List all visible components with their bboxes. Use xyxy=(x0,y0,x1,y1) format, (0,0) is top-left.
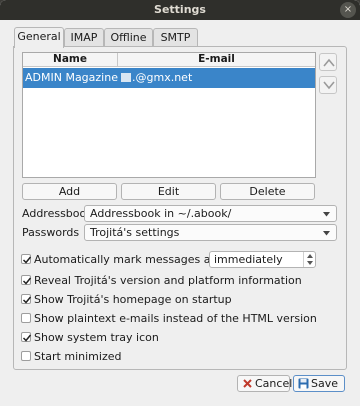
addressbook-select[interactable]: Addressbook in ~/.abook/ xyxy=(84,205,337,222)
cancel-button[interactable]: Cancel xyxy=(237,375,293,392)
homepage-checkbox[interactable] xyxy=(21,294,32,304)
cancel-icon xyxy=(243,379,252,388)
dropdown-arrow-icon xyxy=(323,231,330,236)
tray-icon-checkbox[interactable] xyxy=(21,332,32,342)
mark-read-timing-spinbox[interactable]: immediately xyxy=(209,251,316,268)
reveal-version-checkbox[interactable] xyxy=(21,275,32,285)
spin-up-icon xyxy=(307,254,313,258)
accounts-table[interactable]: Name E-mail ADMIN Magazine .@gmx.net xyxy=(22,52,316,178)
tab-imap[interactable]: IMAP xyxy=(64,28,104,47)
chevron-down-icon xyxy=(323,81,335,90)
checkmark-icon xyxy=(22,296,32,304)
table-row[interactable]: ADMIN Magazine .@gmx.net xyxy=(23,68,315,88)
tab-offline[interactable]: Offline xyxy=(104,28,153,47)
addressbook-value: Addressbook in ~/.abook/ xyxy=(90,207,232,220)
move-down-button[interactable] xyxy=(319,76,337,94)
start-minimized-checkbox[interactable] xyxy=(21,351,31,361)
move-up-button[interactable] xyxy=(319,53,337,71)
close-icon: × xyxy=(343,4,353,15)
settings-window: Settings × General IMAP Offline SMTP Nam… xyxy=(0,0,360,406)
table-header: Name E-mail xyxy=(23,53,315,67)
save-icon xyxy=(298,378,309,389)
titlebar[interactable]: Settings × xyxy=(0,0,360,20)
plaintext-checkbox[interactable] xyxy=(21,313,31,323)
passwords-value: Trojitá's settings xyxy=(90,226,180,239)
addressbook-label: Addressbook xyxy=(22,207,93,220)
tab-smtp[interactable]: SMTP xyxy=(153,28,198,47)
tray-icon-label[interactable]: Show system tray icon xyxy=(34,331,159,344)
account-email-cell: .@gmx.net xyxy=(121,71,192,84)
save-label: Save xyxy=(311,377,339,390)
checkmark-icon xyxy=(22,256,32,264)
save-button[interactable]: Save xyxy=(293,375,345,392)
column-header-email[interactable]: E-mail xyxy=(118,53,315,67)
mark-read-checkbox[interactable] xyxy=(21,254,32,264)
checkmark-icon xyxy=(22,277,32,285)
homepage-label[interactable]: Show Trojitá's homepage on startup xyxy=(34,293,232,306)
redaction-block xyxy=(121,73,131,82)
passwords-label: Passwords xyxy=(22,226,80,239)
spin-arrows[interactable] xyxy=(303,252,315,267)
reveal-version-label[interactable]: Reveal Trojitá's version and platform in… xyxy=(34,274,302,287)
window-title: Settings xyxy=(154,3,206,16)
cancel-label: Cancel xyxy=(255,377,293,390)
plaintext-label[interactable]: Show plaintext e-mails instead of the HT… xyxy=(34,312,317,325)
account-name: ADMIN Magazine xyxy=(25,71,118,84)
dropdown-arrow-icon xyxy=(323,212,330,217)
mark-read-timing-value: immediately xyxy=(214,253,283,266)
passwords-select[interactable]: Trojitá's settings xyxy=(84,224,337,241)
checkmark-icon xyxy=(22,334,32,342)
tab-general[interactable]: General xyxy=(14,27,64,48)
account-email: .@gmx.net xyxy=(132,71,193,84)
chevron-up-icon xyxy=(323,58,335,67)
add-button[interactable]: Add xyxy=(22,183,117,200)
edit-button[interactable]: Edit xyxy=(121,183,216,200)
spin-down-icon xyxy=(307,261,313,265)
column-header-name[interactable]: Name xyxy=(23,53,118,67)
start-minimized-label[interactable]: Start minimized xyxy=(34,350,121,363)
delete-button[interactable]: Delete xyxy=(220,183,315,200)
close-button[interactable]: × xyxy=(340,2,356,18)
